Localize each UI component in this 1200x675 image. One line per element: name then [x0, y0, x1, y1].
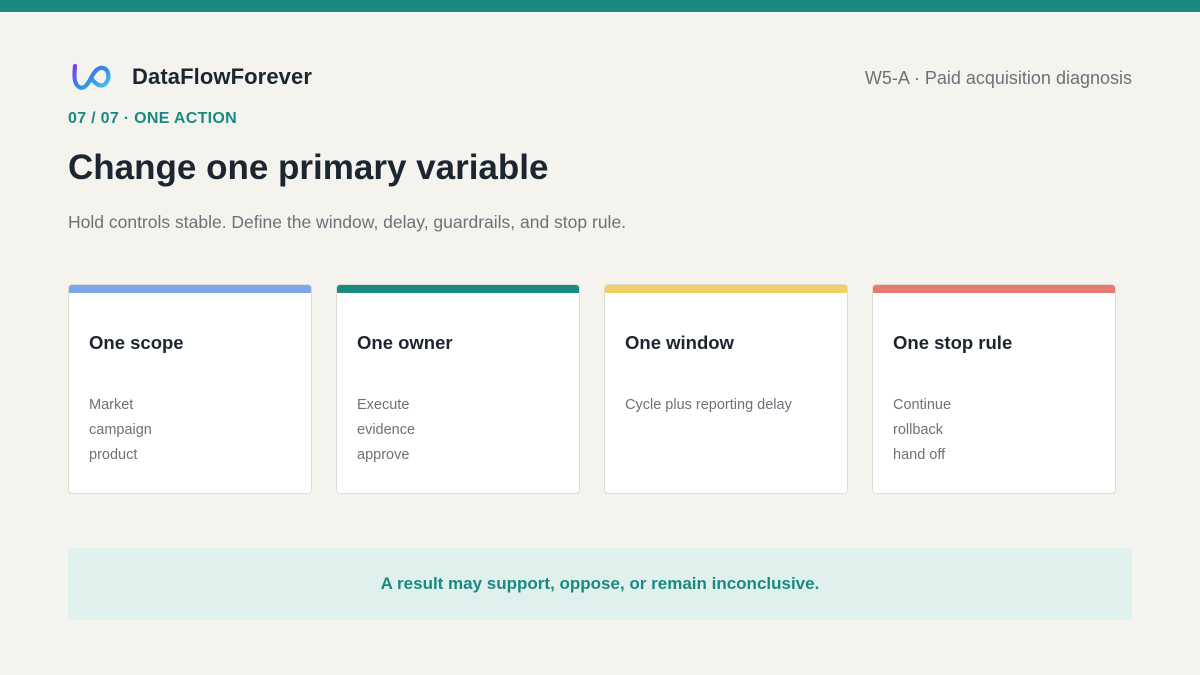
card-one-stop-rule: One stop rule Continue rollback hand off	[872, 284, 1116, 494]
slide-kicker: 07 / 07 · ONE ACTION	[68, 110, 237, 127]
deck-reference: W5-A · Paid acquisition diagnosis	[864, 68, 1132, 88]
brand: DataFlowForever	[70, 54, 312, 100]
page-title: Change one primary variable	[68, 148, 549, 187]
callout-text: A result may support, oppose, or remain …	[380, 574, 820, 593]
brand-name: DataFlowForever	[132, 64, 312, 89]
card-line: evidence	[357, 422, 416, 438]
card-one-owner: One owner Execute evidence approve	[336, 284, 580, 494]
card-one-scope: One scope Market campaign product	[68, 284, 312, 494]
card-lines: Continue rollback hand off	[893, 393, 951, 468]
card-line: Continue	[893, 397, 952, 413]
card-one-window: One window Cycle plus reporting delay	[604, 284, 848, 494]
card-line: Market	[89, 397, 134, 413]
top-accent-bar	[0, 0, 1200, 12]
card-line: approve	[357, 447, 410, 463]
card-line: hand off	[893, 447, 946, 463]
card-title: One owner	[357, 332, 453, 353]
page-subtitle: Hold controls stable. Define the window,…	[68, 212, 627, 232]
result-callout: A result may support, oppose, or remain …	[68, 548, 1132, 620]
card-accent-bar	[69, 285, 311, 293]
card-accent-bar	[337, 285, 579, 293]
action-cards: One scope Market campaign product One ow…	[68, 284, 1116, 494]
card-lines: Execute evidence approve	[357, 393, 415, 468]
card-line: Execute	[357, 397, 410, 413]
card-title: One stop rule	[893, 332, 1013, 353]
card-lines: Market campaign product	[89, 393, 152, 468]
card-line: rollback	[893, 422, 943, 438]
infinity-loop-icon	[72, 63, 111, 90]
card-lines: Cycle plus reporting delay	[625, 393, 792, 418]
card-line: product	[89, 447, 138, 463]
card-title: One scope	[89, 332, 184, 353]
card-title: One window	[625, 332, 734, 353]
card-line: Cycle plus reporting delay	[625, 397, 792, 413]
card-line: campaign	[89, 422, 152, 438]
card-accent-bar	[873, 285, 1115, 293]
card-accent-bar	[605, 285, 847, 293]
